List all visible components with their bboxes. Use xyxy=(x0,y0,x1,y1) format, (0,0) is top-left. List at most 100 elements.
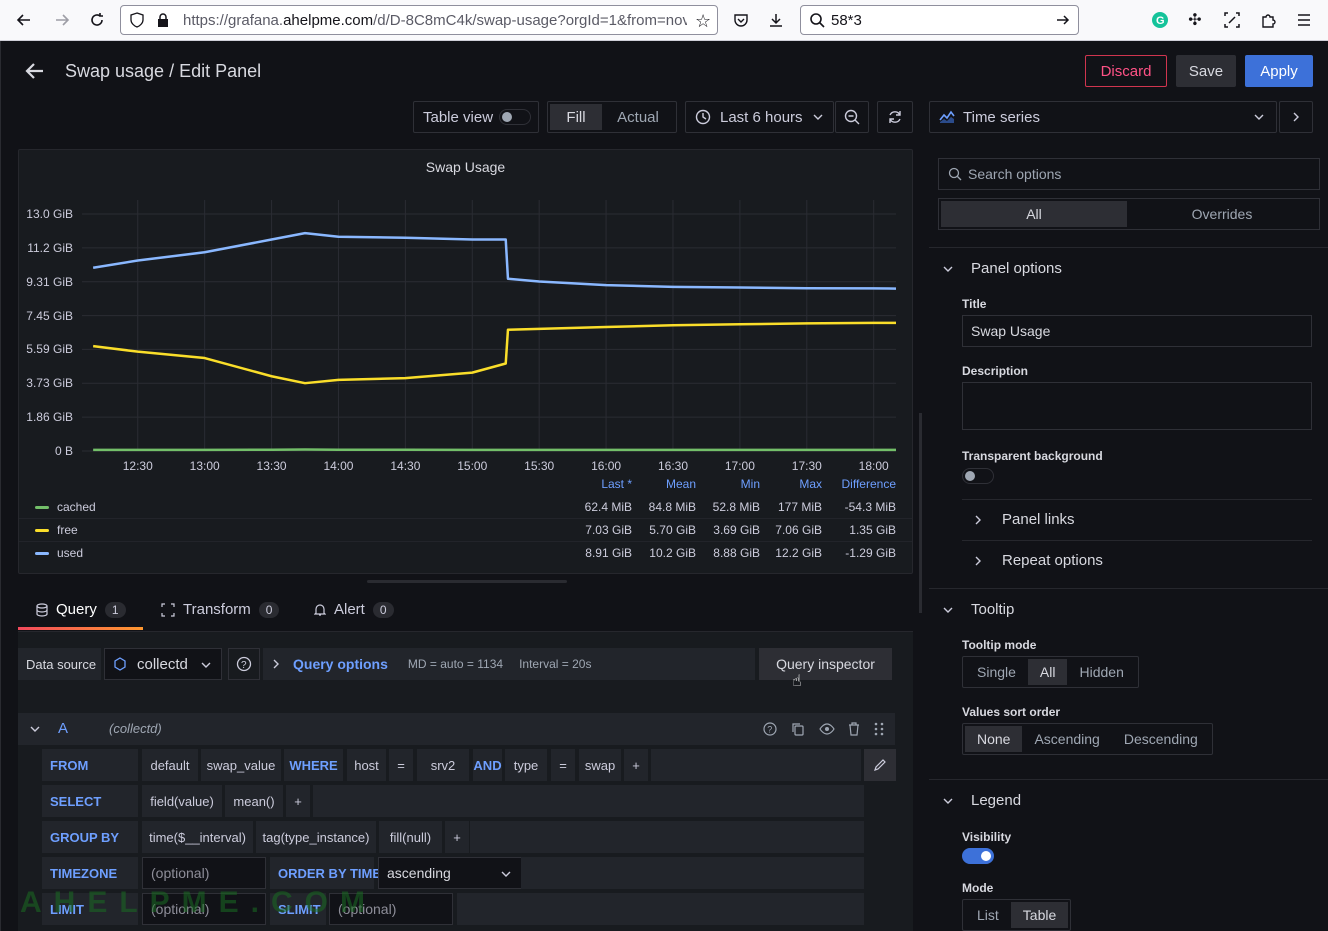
menu-icon[interactable] xyxy=(1292,8,1316,32)
reload-icon[interactable] xyxy=(85,8,109,32)
select-segment[interactable]: mean() xyxy=(225,785,283,817)
svg-text:G: G xyxy=(1156,15,1165,27)
influxdb-icon xyxy=(113,657,127,671)
pocket-icon[interactable] xyxy=(729,8,753,32)
tab-alert[interactable]: Alert 0 xyxy=(314,601,394,618)
group-segment[interactable]: time($__interval) xyxy=(142,821,253,853)
tooltip-header[interactable]: Tooltip xyxy=(943,601,1014,618)
actual-button[interactable]: Actual xyxy=(602,104,674,130)
select-keyword: SELECT xyxy=(42,785,138,817)
screenshot-icon[interactable] xyxy=(1220,8,1244,32)
table-view-toggle[interactable]: Table view xyxy=(413,101,539,133)
drag-handle-icon[interactable] xyxy=(874,722,884,736)
save-button[interactable]: Save xyxy=(1176,55,1236,87)
from-segment[interactable]: type xyxy=(505,749,547,781)
trash-icon[interactable] xyxy=(847,722,861,736)
alert-count-badge: 0 xyxy=(372,601,394,618)
query-editor: Data source collectd ? Query options MD … xyxy=(18,631,913,931)
refresh-button[interactable] xyxy=(877,101,913,133)
collapse-options-button[interactable] xyxy=(1279,101,1313,133)
group-segment[interactable]: + xyxy=(445,821,469,853)
order-select[interactable]: ascending xyxy=(378,857,522,889)
zoom-out-button[interactable] xyxy=(835,101,869,133)
discard-button[interactable]: Discard xyxy=(1085,55,1167,87)
repeat-options-row[interactable]: Repeat options xyxy=(962,540,1312,581)
tab-query[interactable]: Query 1 xyxy=(36,601,126,618)
panel-scrollbar[interactable] xyxy=(919,413,922,613)
puzzle-icon[interactable] xyxy=(1256,8,1280,32)
back-icon[interactable] xyxy=(12,8,36,32)
copy-icon[interactable] xyxy=(791,722,805,736)
help-button[interactable]: ? xyxy=(228,648,260,680)
grammarly-icon[interactable]: G xyxy=(1148,8,1172,32)
download-icon[interactable] xyxy=(764,8,788,32)
sort-ascending-option[interactable]: Ascending xyxy=(1022,726,1111,752)
legend-column-header[interactable]: Difference xyxy=(816,477,896,491)
raw-query-toggle-button[interactable] xyxy=(864,749,896,781)
tab-transform[interactable]: Transform 0 xyxy=(161,601,280,618)
description-textarea[interactable] xyxy=(962,382,1312,430)
visualization-picker[interactable]: Time series xyxy=(929,101,1277,133)
from-segment[interactable]: swap xyxy=(579,749,621,781)
query-datasource: (collectd) xyxy=(109,721,162,736)
search-bar[interactable]: 58*3 xyxy=(800,5,1079,35)
mode-list-option[interactable]: List xyxy=(965,902,1011,928)
legend-column-header[interactable]: Max xyxy=(742,477,822,491)
from-segment[interactable]: WHERE xyxy=(284,749,343,781)
tooltip-single-option[interactable]: Single xyxy=(965,659,1028,685)
query-options-row[interactable]: Query options MD = auto = 1134 Interval … xyxy=(263,648,755,680)
options-search[interactable]: Search options xyxy=(938,158,1320,190)
legend-header[interactable]: Legend xyxy=(943,792,1021,809)
timeseries-icon xyxy=(939,110,955,124)
sort-none-option[interactable]: None xyxy=(965,726,1023,752)
from-segment[interactable]: swap_value xyxy=(201,749,281,781)
panel-options-header[interactable]: Panel options xyxy=(943,260,1062,277)
select-segment[interactable]: field(value) xyxy=(142,785,222,817)
from-segment[interactable]: = xyxy=(389,749,413,781)
query-inspector-button[interactable]: Query inspector xyxy=(759,648,892,680)
title-input[interactable]: Swap Usage xyxy=(962,315,1312,347)
transparent-toggle[interactable] xyxy=(962,468,994,484)
apply-button[interactable]: Apply xyxy=(1245,55,1313,87)
help-icon[interactable]: ? xyxy=(763,722,777,736)
forward-icon[interactable] xyxy=(50,8,74,32)
bookmark-star-icon[interactable]: ☆ xyxy=(695,11,711,32)
panel-links-row[interactable]: Panel links xyxy=(962,499,1312,540)
legend-row[interactable]: cached 62.4 MiB 84.8 MiB 52.8 MiB 177 MiB -54… xyxy=(19,496,912,519)
timezone-input[interactable]: (optional) xyxy=(142,857,266,889)
select-segment[interactable]: + xyxy=(286,785,310,817)
go-arrow-icon[interactable] xyxy=(1055,12,1071,28)
url-bar[interactable]: https://grafana.ahelpme.com/d/D-8C8mC4k/… xyxy=(120,5,718,35)
visibility-toggle[interactable] xyxy=(962,848,994,864)
data-source-picker[interactable]: collectd xyxy=(104,648,222,680)
shield-icon xyxy=(129,12,145,28)
back-arrow-icon[interactable] xyxy=(25,61,45,81)
from-segment[interactable]: default xyxy=(142,749,198,781)
group-segment[interactable]: fill(null) xyxy=(379,821,442,853)
tooltip-hidden-option[interactable]: Hidden xyxy=(1067,659,1135,685)
editor-tabs: Query 1 Transform 0 Alert 0 xyxy=(18,597,913,631)
extension-icon[interactable]: ✣ xyxy=(1183,8,1207,32)
legend-row[interactable]: used 8.91 GiB 10.2 GiB 8.88 GiB 12.2 GiB -1.2… xyxy=(19,542,912,565)
sort-descending-option[interactable]: Descending xyxy=(1112,726,1210,752)
resize-handle[interactable] xyxy=(367,580,567,583)
group-segment[interactable]: tag(type_instance) xyxy=(256,821,376,853)
query-ref-id[interactable]: A xyxy=(58,720,68,737)
from-segment[interactable]: AND xyxy=(473,749,502,781)
from-segment[interactable]: + xyxy=(624,749,648,781)
eye-icon[interactable] xyxy=(819,722,835,736)
from-segment[interactable]: host xyxy=(347,749,386,781)
mode-table-option[interactable]: Table xyxy=(1010,902,1069,928)
panel-options-title: Panel options xyxy=(971,260,1062,277)
legend-row[interactable]: free 7.03 GiB 5.70 GiB 3.69 GiB 7.06 GiB 1.35… xyxy=(19,519,912,542)
active-tab-indicator xyxy=(18,627,143,630)
chevron-down-icon[interactable] xyxy=(30,724,40,734)
filter-all[interactable]: All xyxy=(941,201,1127,227)
from-segment[interactable]: = xyxy=(551,749,575,781)
fill-button[interactable]: Fill xyxy=(550,104,602,130)
filter-overrides[interactable]: Overrides xyxy=(1127,201,1317,227)
table-view-switch[interactable] xyxy=(499,109,531,125)
tooltip-all-option[interactable]: All xyxy=(1027,659,1068,685)
time-range-picker[interactable]: Last 6 hours xyxy=(685,101,834,133)
from-segment[interactable]: srv2 xyxy=(417,749,469,781)
